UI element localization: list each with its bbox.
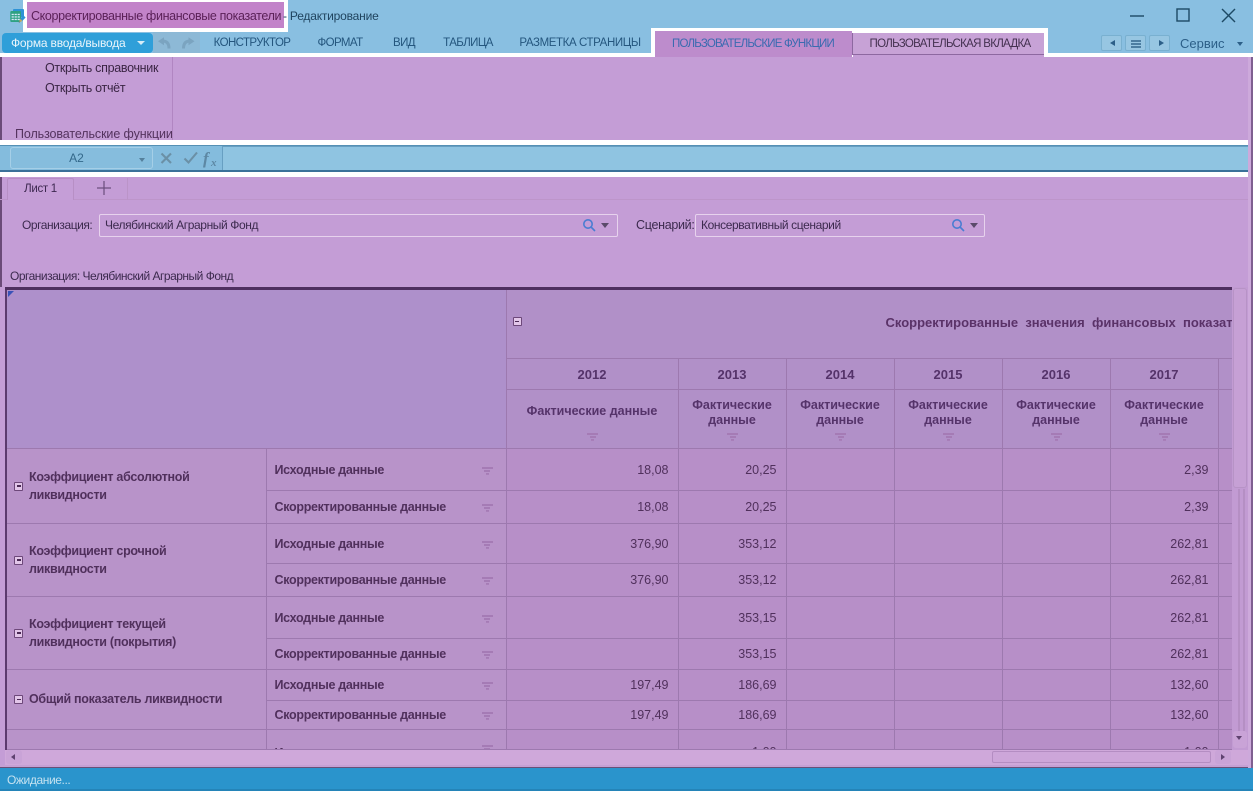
svg-text:f: f [203,149,211,168]
svg-text:x: x [210,157,217,168]
